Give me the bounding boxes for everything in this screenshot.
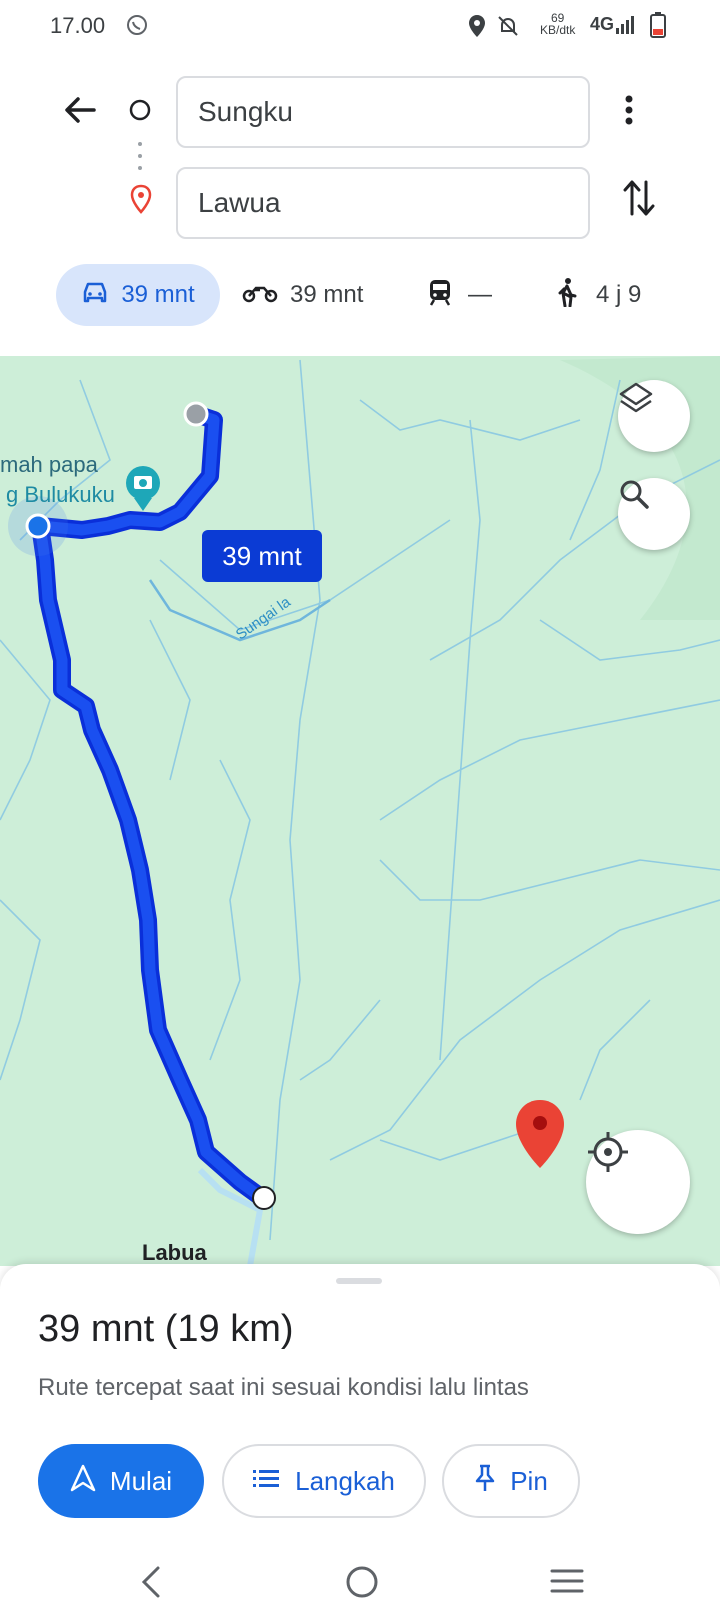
map-search-button[interactable] — [618, 478, 690, 550]
mode-walk-label: 4 j 9 — [596, 281, 642, 308]
mode-motorcycle-label: 39 mnt — [290, 281, 364, 308]
network-speed-unit: KB/dtk — [540, 23, 576, 37]
status-bar: 17.00 69 KB/dtk 4G — [0, 0, 720, 56]
destination-pin-icon — [130, 184, 152, 219]
steps-label: Langkah — [295, 1465, 395, 1496]
pin-label: Pin — [510, 1465, 548, 1496]
swap-icon[interactable] — [622, 178, 656, 223]
current-location-dot — [25, 513, 51, 539]
route-dots — [137, 140, 143, 177]
home-nav-icon[interactable] — [344, 1564, 380, 1605]
mode-transit-label: — — [468, 281, 492, 308]
directions-header: Sungku Lawua 39 mnt 39 mnt — 4 j 9 — [0, 56, 720, 356]
place-name-line2[interactable]: g Bulukuku — [6, 482, 115, 508]
system-navigation-bar — [0, 1554, 720, 1612]
place-name-line1[interactable]: mah papa — [0, 452, 98, 478]
car-icon — [81, 280, 109, 311]
recents-nav-icon[interactable] — [550, 1566, 584, 1601]
network-speed: 69 KB/dtk — [540, 12, 575, 36]
route-summary-sheet: 39 mnt (19 km) Rute tercepat saat ini se… — [0, 1264, 720, 1612]
signal-icon — [614, 16, 634, 41]
route-start-marker — [183, 401, 209, 427]
walk-icon — [556, 277, 578, 314]
origin-field[interactable]: Sungku — [176, 76, 590, 148]
status-time: 17.00 — [50, 13, 106, 38]
mode-motorcycle-tab[interactable]: 39 mnt — [242, 264, 363, 326]
my-location-button[interactable] — [586, 1130, 690, 1234]
list-icon — [253, 1466, 281, 1497]
navigation-arrow-icon — [70, 1464, 96, 1499]
motorcycle-icon — [242, 281, 278, 310]
pushpin-icon — [474, 1463, 496, 1500]
network-type: 4G — [590, 14, 615, 34]
back-nav-icon[interactable] — [140, 1564, 162, 1605]
route-description: Rute tercepat saat ini sesuai kondisi la… — [38, 1374, 529, 1401]
more-options-icon[interactable] — [624, 94, 634, 131]
location-icon — [468, 14, 486, 43]
train-icon — [428, 278, 452, 313]
pin-button[interactable]: Pin — [442, 1444, 580, 1518]
bell-off-icon — [496, 14, 520, 43]
start-navigation-button[interactable]: Mulai — [38, 1444, 204, 1518]
route-end-marker — [252, 1186, 276, 1210]
mode-transit-tab[interactable]: — — [428, 264, 492, 326]
route-duration-label[interactable]: 39 mnt — [202, 530, 322, 582]
town-label: Labua — [142, 1240, 207, 1265]
destination-field[interactable]: Lawua — [176, 167, 590, 239]
whatsapp-icon — [126, 14, 148, 41]
map-view[interactable]: mah papa g Bulukuku Sungai la 39 mnt Lab… — [0, 356, 720, 1266]
steps-button[interactable]: Langkah — [222, 1444, 426, 1518]
start-label: Mulai — [109, 1465, 173, 1496]
origin-circle-icon — [128, 98, 152, 127]
layers-button[interactable] — [618, 380, 690, 452]
route-summary: 39 mnt (19 km) — [38, 1308, 294, 1350]
back-arrow-icon[interactable] — [62, 92, 98, 133]
battery-icon — [650, 12, 666, 43]
mode-walk-tab[interactable]: 4 j 9 — [556, 264, 641, 326]
mode-drive-tab[interactable]: 39 mnt — [56, 264, 220, 326]
sheet-drag-handle[interactable] — [336, 1278, 382, 1284]
mode-drive-label: 39 mnt — [121, 281, 195, 308]
